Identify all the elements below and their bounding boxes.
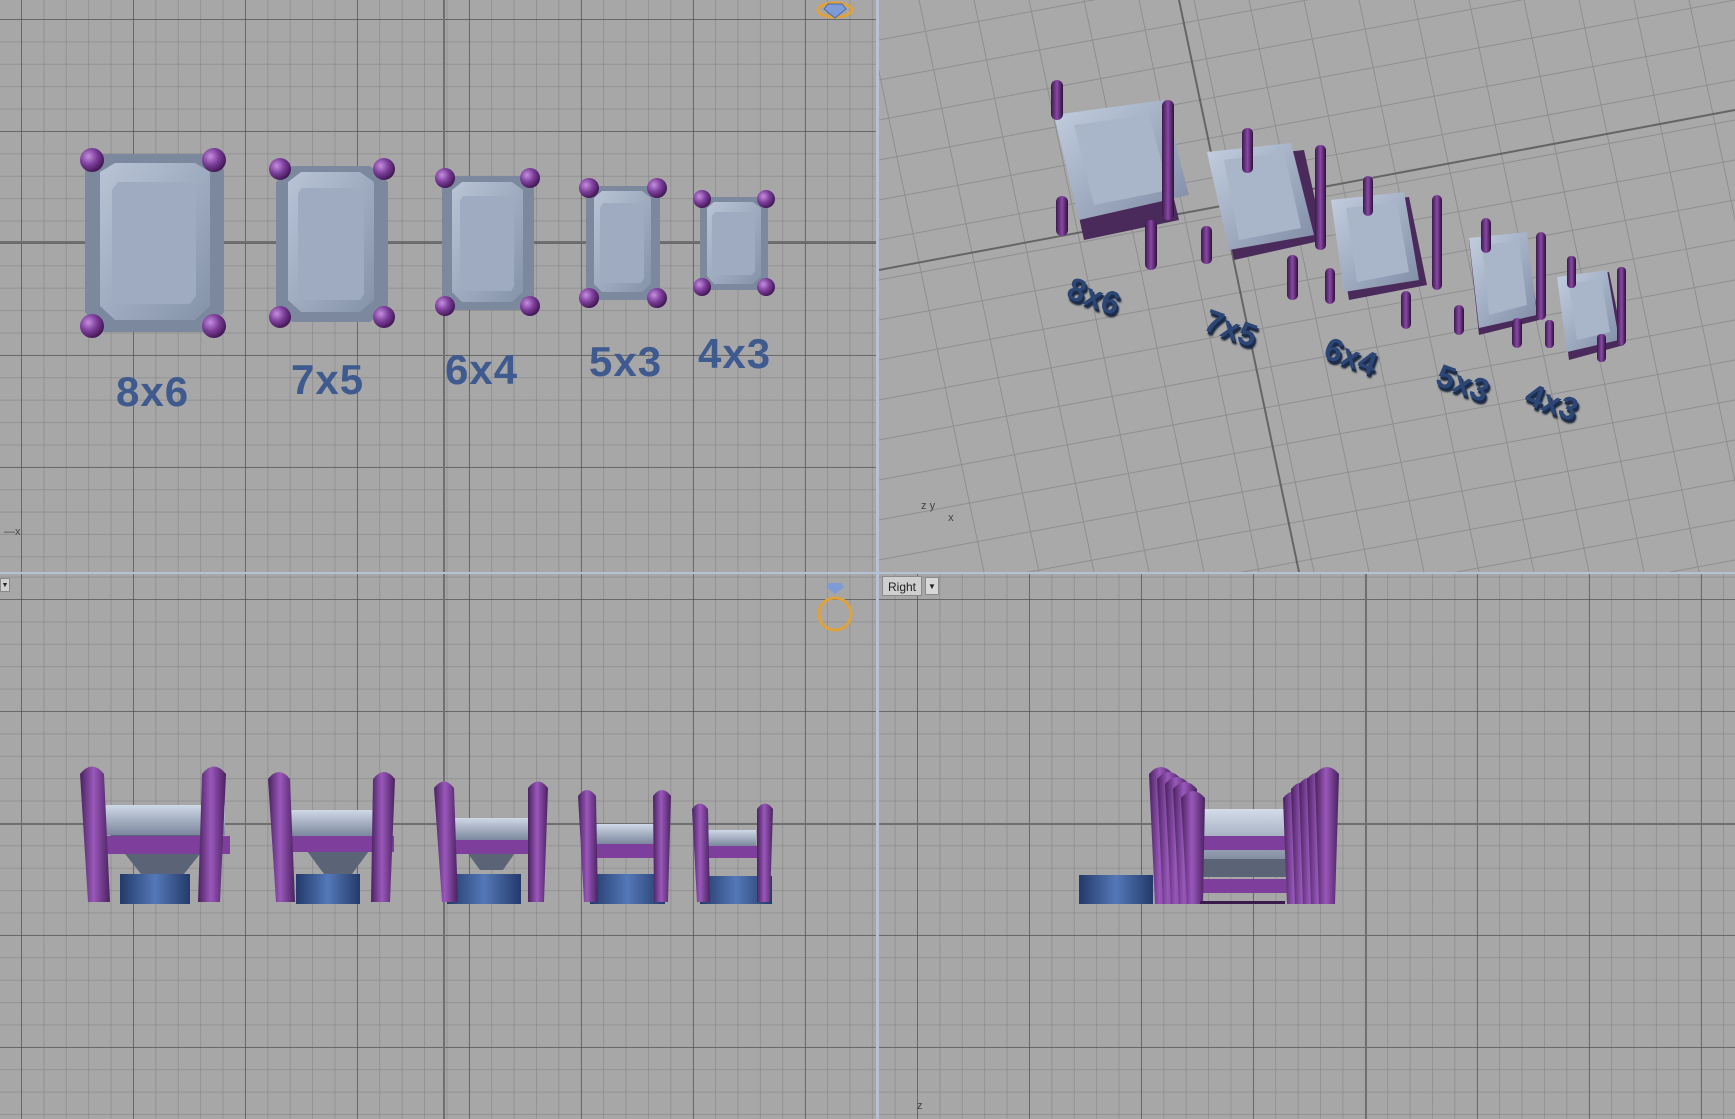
axis-indicator: —x [4,526,21,538]
viewport-splitter-horizontal[interactable] [0,572,1735,574]
axis-z-label-right: z [917,1100,923,1112]
perspective-viewport[interactable]: 8x6 7x5 6x4 5x3 4x3 z y x [879,0,1735,572]
front-view-scene [80,583,853,905]
right-viewport[interactable]: Right ▼ z [879,574,1735,1119]
right-settings-stack[interactable] [1149,767,1339,904]
viewport-grid: 8x6 7x5 6x4 5x3 4x3 —x 8x6 7x5 6x4 5x3 4… [0,0,1735,1119]
right-view-scene [1079,767,1339,904]
stone-7x5[interactable] [269,158,395,328]
axis-x-label-persp: x [948,512,954,524]
viewport-splitter-vertical[interactable] [876,0,879,1119]
size-label-5x3: 5x3 [589,338,663,385]
size-label-8x6: 8x6 [116,368,190,415]
persp-axis-indicator: z y x [921,500,954,524]
setting-7x5[interactable] [1201,128,1326,300]
top-viewport[interactable]: 8x6 7x5 6x4 5x3 4x3 —x [0,0,876,572]
top-view-scene [80,1,854,338]
stone-4x3[interactable] [693,190,775,296]
front-viewport[interactable]: ▼ [0,574,876,1119]
axis-y-label: y [929,500,936,512]
front-setting-8x6[interactable] [80,766,230,905]
stone-5x3[interactable] [579,178,667,308]
setting-8x6[interactable] [1051,80,1189,270]
ring-view-icon[interactable] [817,583,853,632]
right-axis-indicator: z [917,1100,923,1112]
right-base-stack [1079,875,1153,904]
gem-ring-icon[interactable] [816,1,854,19]
front-setting-6x4[interactable] [434,781,548,905]
perspective-grid [879,0,1735,572]
front-setting-4x3[interactable] [692,803,773,905]
front-setting-7x5[interactable] [268,772,395,904]
setting-4x3[interactable] [1545,256,1626,362]
size-label-4x3: 4x3 [698,330,772,377]
stone-6x4[interactable] [435,168,540,316]
size-label-6x4: 6x4 [445,346,519,393]
axis-z-label: z [921,500,927,512]
size-label-7x5: 7x5 [291,356,365,403]
axis-x-label: x [15,526,21,538]
stone-8x6[interactable] [80,148,226,338]
front-setting-5x3[interactable] [578,790,671,904]
